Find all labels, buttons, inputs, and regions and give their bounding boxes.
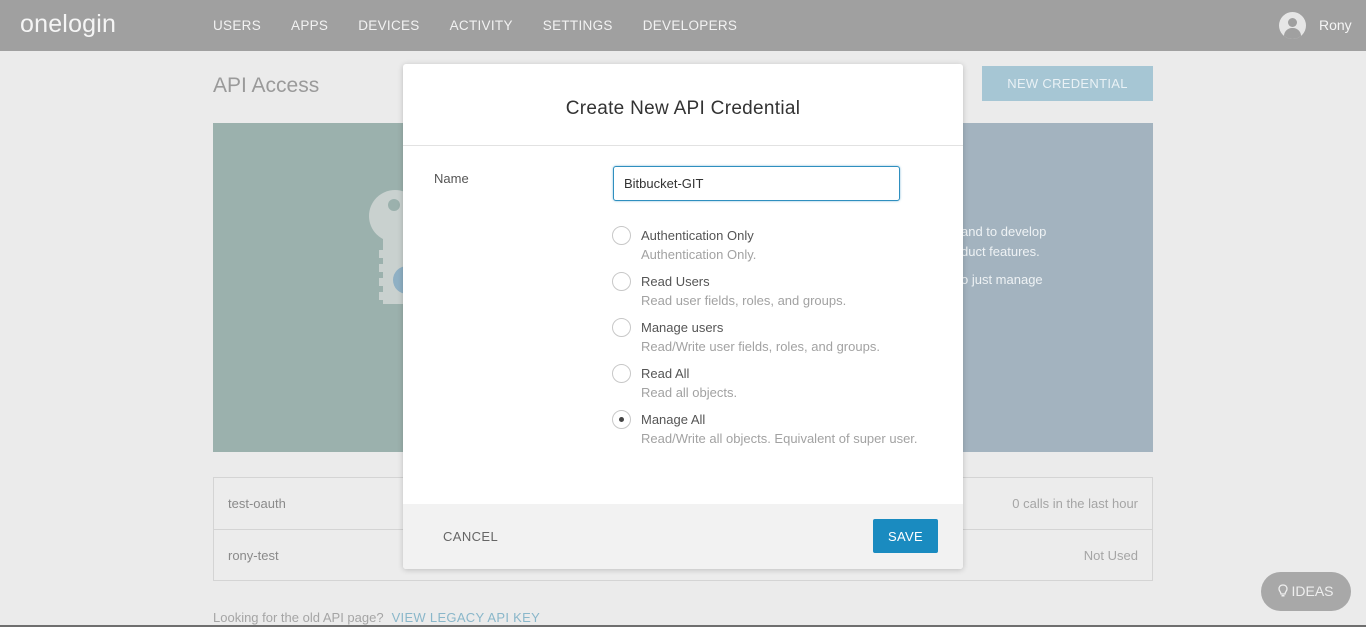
- page-title: API Access: [213, 74, 320, 97]
- option-description: Authentication Only.: [641, 247, 757, 262]
- credential-name: rony-test: [228, 548, 279, 563]
- option-description: Read user fields, roles, and groups.: [641, 293, 847, 308]
- new-credential-button[interactable]: NEW CREDENTIAL: [982, 66, 1153, 101]
- option-label: Manage All: [641, 412, 706, 427]
- nav-apps[interactable]: APPS: [291, 18, 328, 33]
- hero-text-line-1: and to develop: [961, 224, 1047, 239]
- nav-devices[interactable]: DEVICES: [358, 18, 419, 33]
- nav-developers[interactable]: DEVELOPERS: [643, 18, 738, 33]
- hero-text-line-3: o just manage: [961, 272, 1043, 287]
- legacy-api-text: Looking for the old API page?: [213, 610, 384, 625]
- main-nav: USERS APPS DEVICES ACTIVITY SETTINGS DEV…: [213, 18, 767, 33]
- radio-manage-all[interactable]: [612, 410, 631, 429]
- option-label: Authentication Only: [641, 228, 754, 243]
- legacy-api-note: Looking for the old API page? VIEW LEGACY…: [213, 610, 540, 625]
- nav-settings[interactable]: SETTINGS: [543, 18, 613, 33]
- user-name[interactable]: Rony: [1319, 17, 1352, 33]
- cancel-button[interactable]: CANCEL: [443, 529, 498, 544]
- ideas-label: IDEAS: [1291, 583, 1334, 599]
- option-label: Manage users: [641, 320, 724, 335]
- radio-read-all[interactable]: [612, 364, 631, 383]
- radio-manage-users[interactable]: [612, 318, 631, 337]
- credential-status: 0 calls in the last hour: [1012, 496, 1138, 511]
- lightbulb-icon: [1278, 584, 1289, 597]
- radio-authentication-only[interactable]: [612, 226, 631, 245]
- modal-footer: CANCEL SAVE: [403, 504, 963, 569]
- option-label: Read Users: [641, 274, 710, 289]
- name-input[interactable]: [613, 166, 900, 201]
- legacy-api-link[interactable]: VIEW LEGACY API KEY: [392, 610, 541, 625]
- modal-title: Create New API Credential: [565, 98, 801, 119]
- modal-divider: [403, 145, 963, 146]
- save-button[interactable]: SAVE: [873, 519, 938, 553]
- option-description: Read all objects.: [641, 385, 738, 400]
- top-navbar: onelogin USERS APPS DEVICES ACTIVITY SET…: [0, 0, 1366, 51]
- hero-text-line-2: duct features.: [961, 244, 1040, 259]
- nav-activity[interactable]: ACTIVITY: [450, 18, 513, 33]
- option-description: Read/Write all objects. Equivalent of su…: [641, 431, 918, 446]
- option-label: Read All: [641, 366, 690, 381]
- radio-read-users[interactable]: [612, 272, 631, 291]
- nav-users[interactable]: USERS: [213, 18, 261, 33]
- ideas-button[interactable]: IDEAS: [1261, 572, 1351, 611]
- option-description: Read/Write user fields, roles, and group…: [641, 339, 880, 354]
- user-avatar-icon[interactable]: [1279, 12, 1306, 39]
- create-credential-modal: Create New API Credential Name Authentic…: [403, 64, 963, 569]
- credential-status: Not Used: [1083, 548, 1138, 563]
- onelogin-logo[interactable]: onelogin: [20, 10, 116, 39]
- credential-name: test-oauth: [228, 496, 286, 511]
- name-label: Name: [434, 171, 469, 186]
